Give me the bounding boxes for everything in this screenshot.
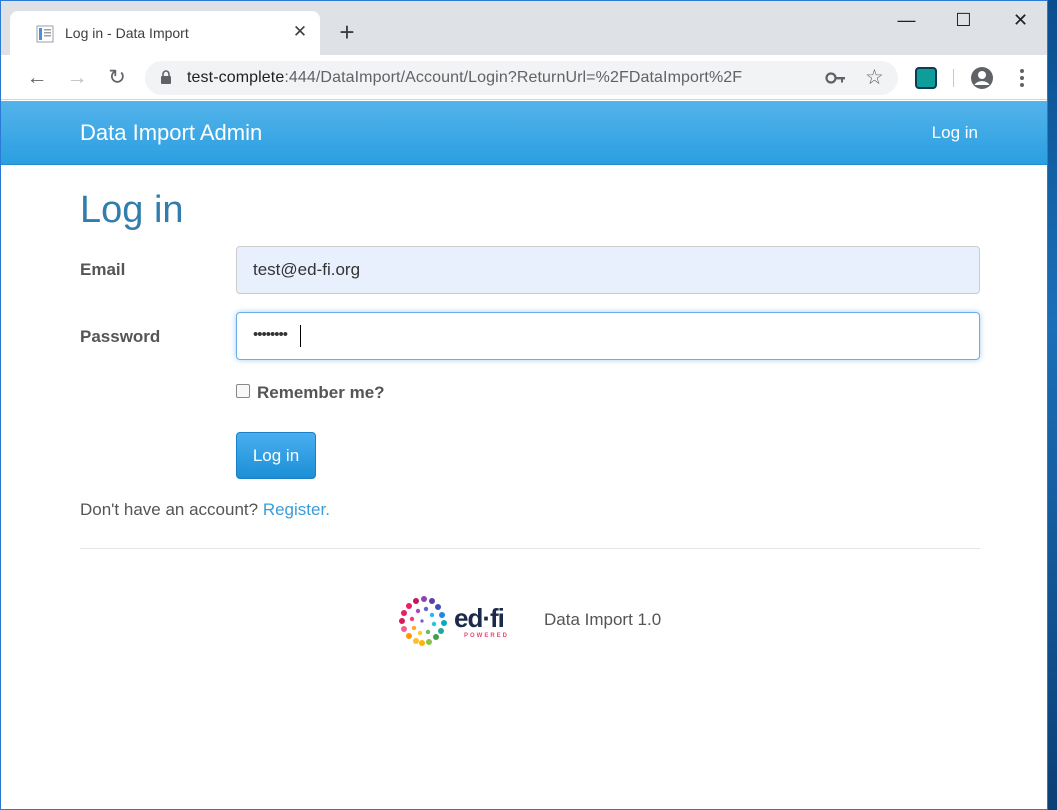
edfi-logo-tagline: POWERED xyxy=(464,633,510,639)
url-host: test-complete xyxy=(187,69,285,86)
edfi-logo-word: ed·fi xyxy=(454,603,505,633)
password-input[interactable]: •••••••• xyxy=(236,312,980,360)
brand-link[interactable]: Data Import Admin xyxy=(80,120,262,146)
desktop-background xyxy=(1048,0,1057,810)
register-prompt: Don't have an account? Register. xyxy=(80,500,330,520)
lock-icon[interactable] xyxy=(160,70,172,84)
address-bar[interactable]: test-complete:444/DataImport/Account/Log… xyxy=(145,61,898,95)
edfi-dots-icon xyxy=(399,596,447,646)
login-submit-button[interactable]: Log in xyxy=(236,432,316,479)
tab-strip: Log in - Data Import ✕ + — ☐ ✕ xyxy=(1,1,1047,55)
browser-window: Log in - Data Import ✕ + — ☐ ✕ ← → ↻ tes… xyxy=(0,0,1048,810)
forward-arrow-icon[interactable]: → xyxy=(63,64,91,92)
remember-me-checkbox[interactable] xyxy=(236,384,250,398)
tab-title: Log in - Data Import xyxy=(65,25,189,41)
url-path: :444/DataImport/Account/Login?ReturnUrl=… xyxy=(284,69,743,86)
window-close-button[interactable]: ✕ xyxy=(992,1,1047,41)
browser-tab[interactable]: Log in - Data Import ✕ xyxy=(10,11,320,55)
register-prompt-text: Don't have an account? xyxy=(80,500,259,519)
bookmark-star-icon[interactable]: ☆ xyxy=(865,67,887,89)
key-icon[interactable] xyxy=(825,70,847,86)
app-version: Data Import 1.0 xyxy=(544,610,662,629)
tab-close-icon[interactable]: ✕ xyxy=(290,22,310,42)
edfi-logo: ed·fi POWERED xyxy=(394,591,524,651)
kebab-menu-icon[interactable] xyxy=(1013,66,1031,90)
new-tab-icon[interactable]: + xyxy=(334,19,360,45)
register-link[interactable]: Register. xyxy=(263,500,330,519)
browser-toolbar: ← → ↻ test-complete:444/DataImport/Accou… xyxy=(1,55,1047,100)
page-title: Log in xyxy=(80,189,184,231)
footer-divider xyxy=(80,548,980,549)
url-text[interactable]: test-complete:444/DataImport/Account/Log… xyxy=(187,69,742,87)
window-minimize-button[interactable]: — xyxy=(878,1,935,41)
reload-icon[interactable]: ↻ xyxy=(103,64,131,92)
password-label: Password xyxy=(80,327,161,346)
email-input[interactable] xyxy=(236,246,980,294)
remember-me-label[interactable]: Remember me? xyxy=(257,383,385,403)
page-favicon-icon xyxy=(36,25,54,43)
email-label: Email xyxy=(80,260,126,279)
window-maximize-button[interactable]: ☐ xyxy=(935,1,992,41)
extension-icon[interactable] xyxy=(915,67,937,89)
navbar-login-link[interactable]: Log in xyxy=(932,123,978,143)
text-caret xyxy=(300,325,301,347)
account-icon[interactable] xyxy=(970,66,994,90)
password-masked-value: •••••••• xyxy=(253,326,288,343)
site-navbar: Data Import Admin Log in xyxy=(1,101,1047,165)
back-arrow-icon[interactable]: ← xyxy=(23,64,51,92)
toolbar-divider xyxy=(953,69,954,87)
